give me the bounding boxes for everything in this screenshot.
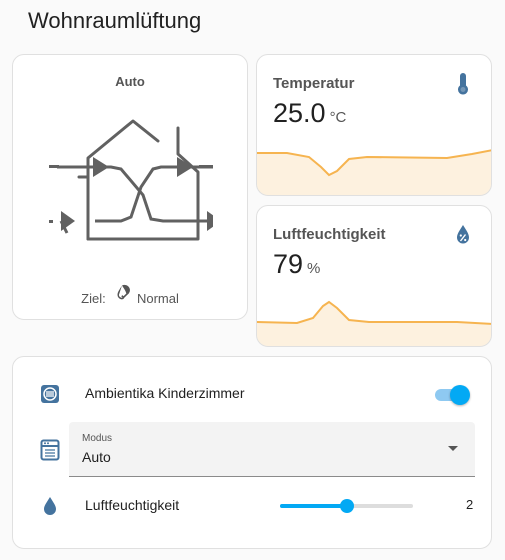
humidity-name: Luftfeuchtigkeit — [273, 226, 386, 243]
fan-icon — [41, 385, 59, 403]
ventilation-card[interactable]: Auto Ziel: Normal — [12, 54, 248, 320]
ventilation-target: Ziel: Normal — [13, 284, 247, 306]
slider-label: Luftfeuchtigkeit — [85, 497, 180, 513]
temperature-name: Temperatur — [273, 75, 355, 92]
controls-card: Ambientika Kinderzimmer Modus Auto Luftf… — [12, 356, 492, 549]
water-percent-icon — [457, 225, 469, 244]
target-value: Normal — [136, 291, 179, 307]
temperature-card[interactable]: Temperatur 25.0 °C — [256, 54, 492, 196]
ventilation-mode: Auto — [115, 74, 145, 89]
water-icon — [44, 497, 56, 515]
humidity-graph — [257, 300, 491, 346]
temperature-value: 25.0 °C — [273, 98, 347, 128]
humidity-slider[interactable] — [280, 498, 413, 514]
switch-thumb — [450, 385, 470, 405]
humidity-card[interactable]: Luftfeuchtigkeit 79% — [256, 205, 492, 347]
target-label: Ziel: — [81, 291, 106, 307]
thermometer-icon — [458, 73, 468, 95]
humidity-value: 79% — [273, 249, 321, 279]
slider-handle[interactable] — [339, 499, 354, 513]
slider-fill — [280, 504, 347, 508]
dishwasher-icon — [40, 439, 60, 461]
mode-select[interactable]: Modus Auto — [69, 422, 475, 477]
mode-select-label: Modus — [82, 433, 113, 444]
ventilation-house-icon — [49, 119, 213, 241]
device-switch[interactable] — [435, 384, 471, 406]
device-name: Ambientika Kinderzimmer — [85, 385, 245, 401]
mode-select-value: Auto — [82, 449, 111, 465]
temperature-graph — [257, 149, 491, 195]
water-check-icon — [117, 284, 131, 300]
page-title: Wohnraumlüftung — [28, 8, 202, 33]
slider-value: 2 — [466, 497, 474, 512]
chevron-down-icon — [448, 446, 458, 451]
